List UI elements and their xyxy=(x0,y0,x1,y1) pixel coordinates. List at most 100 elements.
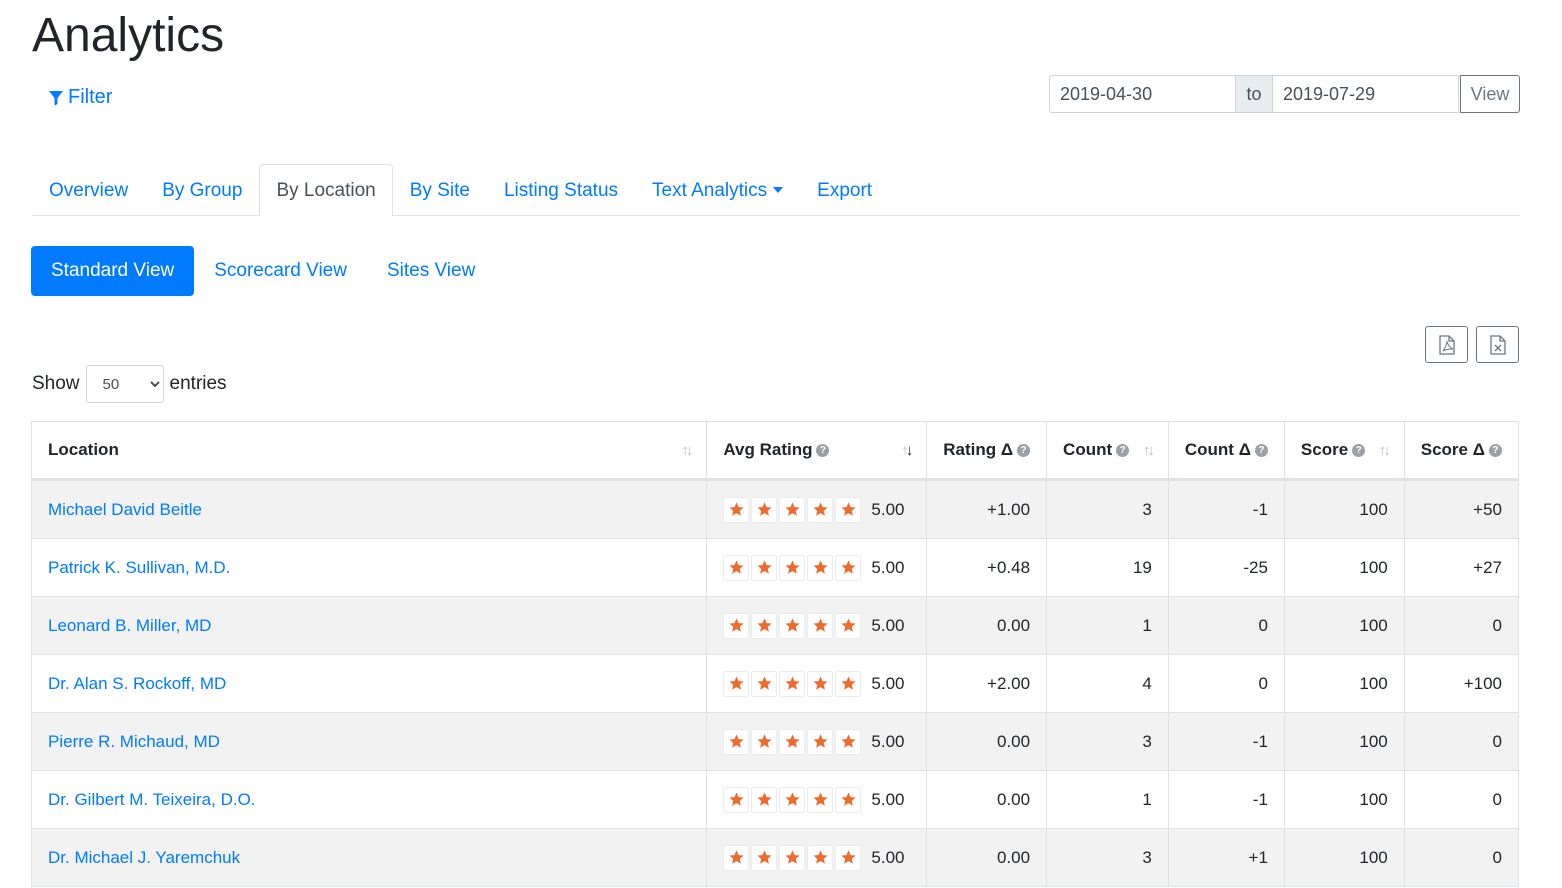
column-header-avg-rating[interactable]: Avg Rating? ↑↓ xyxy=(706,421,928,481)
location-cell: Dr. Gilbert M. Teixeira, D.O. xyxy=(30,770,708,829)
tab-export[interactable]: Export xyxy=(800,164,889,216)
star-icon xyxy=(779,670,806,697)
pdf-file-icon xyxy=(1438,334,1455,355)
column-header-score[interactable]: Score? ↑↓ xyxy=(1283,421,1405,481)
tab-by-group[interactable]: By Group xyxy=(145,164,259,216)
column-label: Score xyxy=(1300,440,1349,459)
column-header-rating-delta: Rating Δ? xyxy=(926,421,1048,481)
tab-overview[interactable]: Overview xyxy=(32,164,145,216)
star-icon xyxy=(751,496,778,523)
score-delta-cell: 0 xyxy=(1403,596,1520,655)
count-delta-cell: -1 xyxy=(1167,712,1285,771)
column-label: Count Δ xyxy=(1184,440,1251,459)
help-icon[interactable]: ? xyxy=(1488,443,1502,457)
star-icon xyxy=(779,496,806,523)
star-icon xyxy=(835,670,862,697)
entries-label: entries xyxy=(169,373,227,394)
score-delta-cell: 0 xyxy=(1403,770,1520,829)
start-date-input[interactable]: 2019-04-30 xyxy=(1049,75,1236,113)
date-range-separator: to xyxy=(1236,75,1273,113)
score-cell: 100 xyxy=(1283,828,1405,887)
count-cell: 19 xyxy=(1046,538,1169,597)
entries-length-control: Show 50 entries xyxy=(32,365,227,403)
caret-down-icon xyxy=(773,187,784,193)
help-icon[interactable]: ? xyxy=(1352,443,1366,457)
score-cell: 100 xyxy=(1283,479,1405,539)
column-label: Location xyxy=(48,440,119,459)
filter-toggle[interactable]: Filter xyxy=(48,86,112,109)
help-icon[interactable]: ? xyxy=(1116,443,1130,457)
star-icon xyxy=(807,786,834,813)
score-cell: 100 xyxy=(1283,596,1405,655)
sort-icon: ↑↓ xyxy=(681,441,693,459)
score-cell: 100 xyxy=(1283,654,1405,713)
excel-file-icon xyxy=(1489,334,1506,355)
location-link[interactable]: Leonard B. Miller, MD xyxy=(48,616,211,635)
score-cell: 100 xyxy=(1283,538,1405,597)
location-cell: Pierre R. Michaud, MD xyxy=(30,712,708,771)
location-link[interactable]: Michael David Beitle xyxy=(48,500,202,519)
avg-rating-value: 5.00 xyxy=(871,615,905,635)
location-link[interactable]: Dr. Alan S. Rockoff, MD xyxy=(48,674,226,693)
count-cell: 4 xyxy=(1046,654,1169,713)
star-icon xyxy=(723,612,750,639)
analytics-tabs: Overview By Group By Location By Site Li… xyxy=(32,164,1520,216)
column-header-count-delta: Count Δ? xyxy=(1167,421,1285,481)
table-row: Patrick K. Sullivan, M.D. 5.00 +0.48 19 -25 1… xyxy=(30,538,1520,597)
page-title: Analytics xyxy=(32,9,225,62)
entries-select[interactable]: 50 xyxy=(85,365,164,403)
avg-rating-cell: 5.00 xyxy=(706,828,928,887)
location-link[interactable]: Dr. Gilbert M. Teixeira, D.O. xyxy=(48,790,256,809)
avg-rating-cell: 5.00 xyxy=(706,712,928,771)
avg-rating-cell: 5.00 xyxy=(706,479,928,539)
filter-icon xyxy=(49,90,63,105)
location-link[interactable]: Dr. Michael J. Yaremchuk xyxy=(48,848,240,867)
star-icon xyxy=(835,844,862,871)
location-cell: Michael David Beitle xyxy=(30,479,708,539)
tab-by-site[interactable]: By Site xyxy=(393,164,487,216)
column-header-location[interactable]: Location ↑↓ xyxy=(30,421,708,481)
score-delta-cell: 0 xyxy=(1403,828,1520,887)
filter-label: Filter xyxy=(68,86,113,108)
count-delta-cell: -1 xyxy=(1167,770,1285,829)
help-icon[interactable]: ? xyxy=(1254,443,1268,457)
scorecard-view-button[interactable]: Scorecard View xyxy=(194,246,367,296)
count-delta-cell: 0 xyxy=(1167,596,1285,655)
table-row: Leonard B. Miller, MD 5.00 0.00 1 0 100 0 xyxy=(30,596,1520,655)
export-excel-button[interactable] xyxy=(1476,326,1519,363)
star-icon xyxy=(779,612,806,639)
table-row: Michael David Beitle 5.00 +1.00 3 -1 100 +50 xyxy=(30,479,1520,539)
view-button[interactable]: View xyxy=(1460,75,1520,113)
star-icon xyxy=(723,728,750,755)
star-rating: 5.00 xyxy=(723,670,910,697)
location-link[interactable]: Pierre R. Michaud, MD xyxy=(48,732,220,751)
star-icon xyxy=(779,786,806,813)
sites-view-button[interactable]: Sites View xyxy=(367,246,495,296)
star-icon xyxy=(835,786,862,813)
star-icon xyxy=(723,670,750,697)
help-icon[interactable]: ? xyxy=(1017,443,1031,457)
sort-icon: ↑↓ xyxy=(901,441,913,459)
standard-view-button[interactable]: Standard View xyxy=(31,246,195,296)
star-rating: 5.00 xyxy=(723,844,910,871)
tab-listing-status[interactable]: Listing Status xyxy=(487,164,635,216)
rating-delta-cell: +0.48 xyxy=(926,538,1048,597)
column-header-count[interactable]: Count? ↑↓ xyxy=(1046,421,1169,481)
location-cell: Dr. Michael J. Yaremchuk xyxy=(30,828,708,887)
export-pdf-button[interactable] xyxy=(1425,326,1468,363)
end-date-input[interactable]: 2019-07-29 xyxy=(1273,75,1459,113)
rating-delta-cell: 0.00 xyxy=(926,828,1048,887)
avg-rating-value: 5.00 xyxy=(871,499,905,519)
star-icon xyxy=(751,554,778,581)
location-link[interactable]: Patrick K. Sullivan, M.D. xyxy=(48,558,230,577)
star-icon xyxy=(779,844,806,871)
date-range-picker: 2019-04-30 to 2019-07-29 View xyxy=(1049,75,1520,113)
sort-icon: ↑↓ xyxy=(1142,441,1155,459)
star-rating: 5.00 xyxy=(723,728,910,755)
count-cell: 1 xyxy=(1046,596,1169,655)
count-cell: 3 xyxy=(1046,479,1169,539)
tab-by-location[interactable]: By Location xyxy=(259,164,393,216)
help-icon[interactable]: ? xyxy=(816,443,830,457)
count-cell: 3 xyxy=(1046,712,1169,771)
tab-text-analytics[interactable]: Text Analytics xyxy=(635,164,800,216)
